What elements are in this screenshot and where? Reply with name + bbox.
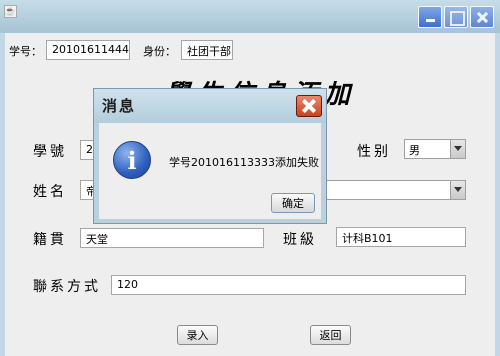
dialog-body: i 学号201016113333添加失败 确定 xyxy=(99,123,321,219)
info-icon: i xyxy=(113,141,151,179)
class-label: 班級 xyxy=(283,232,317,248)
close-icon[interactable] xyxy=(296,95,322,117)
chevron-down-icon[interactable] xyxy=(450,140,465,158)
dialog-titlebar[interactable]: 消息 xyxy=(94,89,326,123)
window-border-left xyxy=(0,33,5,356)
top-student-id-label: 学号： xyxy=(9,45,42,58)
gender-label: 性别 xyxy=(357,144,391,160)
submit-button[interactable]: 录入 xyxy=(177,325,218,345)
back-button[interactable]: 返回 xyxy=(310,325,351,345)
window-border-right xyxy=(495,33,500,356)
minimize-icon[interactable] xyxy=(418,6,442,28)
gender-select-value: 男 xyxy=(409,144,420,157)
gender-select[interactable]: 男 xyxy=(404,139,466,159)
native-place-field[interactable]: 天堂 xyxy=(80,228,264,248)
contact-field[interactable]: 120 xyxy=(111,275,466,295)
message-dialog: 消息 i 学号201016113333添加失败 确定 xyxy=(93,88,327,224)
java-app-icon: ☕ xyxy=(4,5,17,18)
top-student-id-field[interactable]: 201016114444 xyxy=(46,40,130,60)
dialog-message: 学号201016113333添加失败 xyxy=(169,156,319,169)
maximize-icon[interactable] xyxy=(444,6,468,28)
top-identity-label: 身份： xyxy=(143,45,176,58)
ok-button[interactable]: 确定 xyxy=(271,193,315,213)
student-id-label: 學號 xyxy=(33,144,67,160)
name-label: 姓名 xyxy=(33,184,67,200)
chevron-down-icon[interactable] xyxy=(450,181,465,199)
class-field[interactable]: 计科B101 xyxy=(336,227,466,247)
dialog-title: 消息 xyxy=(102,97,137,115)
native-place-label: 籍貫 xyxy=(33,232,67,248)
window-titlebar[interactable]: ☕ xyxy=(0,0,500,33)
contact-label: 聯系方式 xyxy=(33,279,101,295)
name-row-select[interactable] xyxy=(320,180,466,200)
top-identity-field[interactable]: 社团干部 xyxy=(181,40,233,60)
close-icon[interactable] xyxy=(470,6,494,28)
